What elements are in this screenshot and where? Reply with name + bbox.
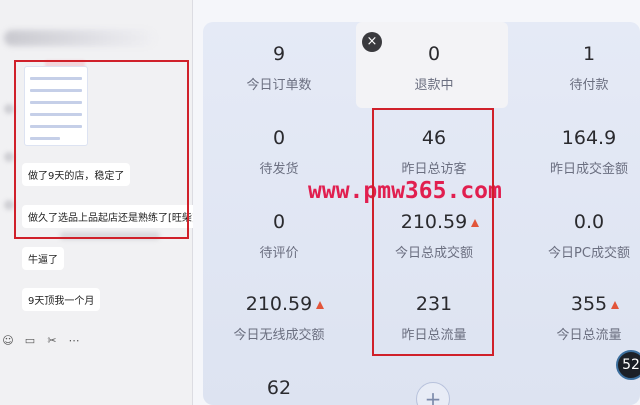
blurred-avatar [4,200,14,210]
stat-label: 今日订单数 [246,78,312,93]
trend-up-icon [316,301,325,309]
chat-message: 做了9天的店，稳定了 [22,163,131,186]
watermark: www.pmw365.com [308,178,502,204]
folder-icon[interactable]: ▭ [22,334,38,347]
stat-label: 今日PC成交额 [548,246,630,261]
stat-value: 9 [272,43,286,65]
stat-today-traffic[interactable]: 355 今日总流量 [519,292,640,343]
stat-value: 1 [582,43,596,65]
stat-value: 0 [427,43,441,65]
chat-panel: 做了9天的店，稳定了 做久了选品上品起店还是熟练了[旺柴] 牛逼了 9天顶我一个… [0,0,202,405]
stat-refunding[interactable]: 0 退款中 [364,42,504,93]
blurred-system-hint [60,232,160,240]
blurred-avatar [4,104,14,114]
stat-today-total-sales[interactable]: 210.59 今日总成交额 [364,210,504,261]
stat-partial[interactable]: 62 [209,376,349,400]
stat-value: 62 [266,377,292,399]
stat-value: 164.9 [561,127,617,149]
blurred-contact-name [4,30,154,46]
stat-yesterday-sales[interactable]: 164.9 昨日成交金额 [519,126,640,177]
stat-value: 355 [570,293,608,315]
trend-up-icon [611,301,620,309]
stat-pending-payment[interactable]: 1 待付款 [519,42,640,93]
stat-label: 今日总流量 [556,328,622,343]
stat-label: 待付款 [569,78,609,93]
floating-counter-badge[interactable]: 52 [616,350,640,380]
stat-today-orders[interactable]: 9 今日订单数 [209,42,349,93]
dashboard-screenshot-thumbnail[interactable] [24,66,88,146]
stat-label: 昨日总流量 [401,328,467,343]
stat-value: 0 [272,127,286,149]
blurred-avatar [4,152,14,162]
chat-message: 9天顶我一个月 [22,288,101,311]
stat-yesterday-traffic[interactable]: 231 昨日总流量 [364,292,504,343]
chat-message: 牛逼了 [22,247,64,270]
stat-label: 今日无线成交额 [233,328,325,343]
stat-label: 昨日总访客 [401,162,467,177]
stat-yesterday-visitors[interactable]: 46 昨日总访客 [364,126,504,177]
scissors-icon[interactable]: ✂ [44,334,60,347]
stat-value: 231 [415,293,453,315]
chat-toolbar: ☺ ▭ ✂ ⋯ [0,331,82,349]
stat-value: 0.0 [573,211,605,233]
chat-message: 做久了选品上品起店还是熟练了[旺柴] [22,205,202,228]
stat-value: 46 [421,127,447,149]
stat-value: 210.59 [400,211,468,233]
stat-label: 待评价 [259,246,299,261]
stat-label: 昨日成交金额 [549,162,628,177]
stat-label: 退款中 [414,78,454,93]
stat-pending-review[interactable]: 0 待评价 [209,210,349,261]
chat-bubble-icon[interactable]: ⋯ [66,334,82,347]
trend-up-icon [471,219,480,227]
stat-today-pc-sales[interactable]: 0.0 今日PC成交额 [519,210,640,261]
stat-label: 今日总成交额 [394,246,473,261]
stat-value: 210.59 [245,293,313,315]
emoji-icon[interactable]: ☺ [0,334,16,347]
stat-value: 0 [272,211,286,233]
stat-label: 待发货 [259,162,299,177]
stat-pending-shipment[interactable]: 0 待发货 [209,126,349,177]
stat-today-mobile-sales[interactable]: 210.59 今日无线成交额 [209,292,349,343]
